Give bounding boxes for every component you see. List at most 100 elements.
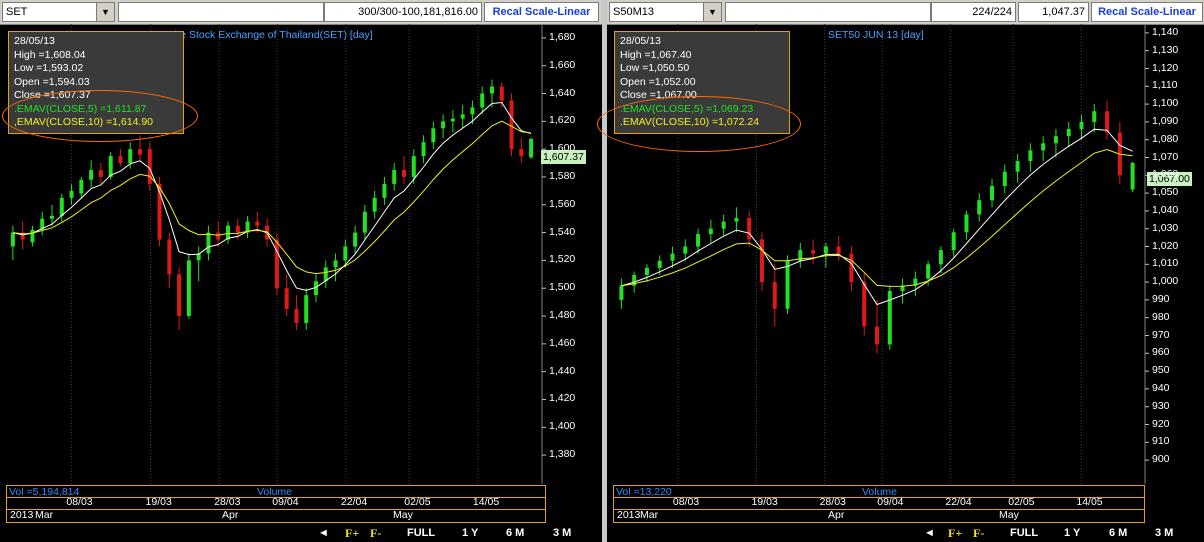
right-blank-field: [725, 2, 931, 22]
right-scroll-left-button[interactable]: ◄: [924, 527, 935, 539]
candle-body: [747, 218, 752, 240]
candle-body: [926, 264, 931, 279]
left-count-value: 300/300: [358, 6, 398, 18]
candle-body: [772, 282, 777, 309]
candle-body: [619, 285, 624, 300]
candle-body: [59, 197, 64, 216]
info-low: Low =1,050.50: [620, 62, 690, 74]
left-f-plus-button[interactable]: F+: [345, 526, 359, 541]
date-tick-label: 28/03: [819, 496, 846, 508]
y-tick-label: 1,140: [1152, 25, 1179, 38]
left-year-label: 2013: [10, 509, 34, 521]
candle-body: [460, 114, 465, 119]
y-tick-label: 1,580: [549, 169, 576, 182]
date-tick-label: 08/03: [672, 496, 700, 508]
right-ema-highlight-ellipse: [597, 96, 801, 152]
chevron-down-icon[interactable]: ▼: [703, 3, 721, 21]
candle-body: [657, 260, 662, 268]
candle-body: [421, 142, 426, 157]
candle-body: [216, 232, 221, 240]
left-count-field: [118, 2, 324, 22]
y-tick-label: 1,130: [1152, 43, 1179, 56]
candle-body: [519, 149, 524, 157]
candle-body: [964, 214, 969, 233]
candle-body: [392, 170, 397, 184]
candle-body: [372, 197, 377, 212]
date-tick-label: 02/05: [1008, 496, 1035, 508]
right-f-minus-button[interactable]: F-: [973, 526, 984, 541]
left-symbol-value: SET: [6, 6, 28, 18]
right-1y-button[interactable]: 1 Y: [1064, 527, 1080, 539]
y-tick-label: 1,640: [549, 86, 576, 99]
date-tick-label: 22/04: [340, 496, 368, 508]
chevron-down-icon[interactable]: ▼: [96, 3, 114, 21]
y-tick-label: 1,010: [1152, 257, 1179, 270]
y-tick-label: 920: [1152, 417, 1170, 430]
y-tick-label: 1,500: [549, 281, 576, 294]
candle-body: [823, 246, 828, 254]
candle-body: [108, 156, 113, 177]
y-tick-label: 1,090: [1152, 114, 1179, 127]
y-tick-label: 1,070: [1152, 150, 1179, 163]
candle-body: [862, 282, 867, 327]
right-recal-button[interactable]: Recal Scale-Linear: [1091, 2, 1203, 22]
y-tick-label: 1,040: [1152, 203, 1179, 216]
info-high: High =1,067.40: [620, 48, 692, 61]
candle-body: [696, 234, 701, 247]
candle-body: [138, 149, 142, 155]
candle-body: [441, 121, 446, 129]
candle-body: [255, 221, 260, 226]
left-range-field: 300/300-100,181,816.00: [324, 2, 482, 22]
right-6m-button[interactable]: 6 M: [1109, 527, 1127, 539]
right-price-field: 1,047.37: [1018, 2, 1089, 22]
candle-body: [1028, 150, 1033, 162]
left-full-button[interactable]: FULL: [407, 527, 435, 539]
candle-body: [644, 267, 649, 275]
left-symbol-combo[interactable]: SET ▼: [2, 2, 115, 22]
candle-body: [480, 93, 485, 108]
left-recal-button[interactable]: Recal Scale-Linear: [484, 2, 599, 22]
y-tick-label: 940: [1152, 381, 1170, 394]
left-scroll-left-button[interactable]: ◄: [318, 527, 329, 539]
left-1y-button[interactable]: 1 Y: [462, 527, 478, 539]
candle-body: [875, 326, 879, 345]
y-tick-label: 1,540: [549, 225, 576, 238]
left-3m-button[interactable]: 3 M: [553, 527, 571, 539]
candle-body: [683, 246, 688, 254]
right-3m-button[interactable]: 3 M: [1155, 527, 1173, 539]
candle-body: [431, 128, 436, 143]
right-month-apr: Apr: [828, 509, 845, 521]
right-full-button[interactable]: FULL: [1010, 527, 1038, 539]
y-tick-label: 1,600: [549, 142, 576, 155]
candle-body: [490, 86, 494, 94]
candle-body: [167, 239, 172, 275]
candle-body: [951, 232, 956, 251]
candle-body: [721, 221, 726, 229]
candle-body: [382, 183, 387, 198]
left-6m-button[interactable]: 6 M: [506, 527, 524, 539]
right-symbol-combo[interactable]: S50M13 ▼: [609, 2, 722, 22]
candle-body: [1079, 121, 1084, 130]
info-date: 28/05/13: [620, 35, 661, 47]
candle-body: [1041, 143, 1046, 151]
left-f-minus-button[interactable]: F-: [370, 526, 381, 541]
candle-body: [759, 239, 764, 283]
y-tick-label: 1,520: [549, 253, 576, 266]
right-chart-title: SET50 JUN 13 [day]: [828, 29, 924, 41]
y-tick-label: 1,060: [1152, 168, 1179, 181]
candle-body: [1130, 162, 1135, 190]
date-tick-label: 14/05: [472, 496, 500, 508]
y-tick-label: 950: [1152, 364, 1170, 377]
date-tick-label: 14/05: [1076, 496, 1103, 508]
y-tick-label: 930: [1152, 399, 1170, 412]
y-tick-label: 1,660: [549, 58, 576, 71]
candle-body: [353, 232, 358, 247]
candle-body: [274, 239, 279, 289]
candle-body: [304, 295, 309, 323]
candle-body: [734, 218, 739, 222]
candle-body: [343, 246, 348, 261]
right-f-plus-button[interactable]: F+: [948, 526, 962, 541]
candle-body: [118, 156, 123, 164]
candle-body: [1105, 111, 1110, 133]
right-month-mar: Mar: [640, 509, 659, 521]
